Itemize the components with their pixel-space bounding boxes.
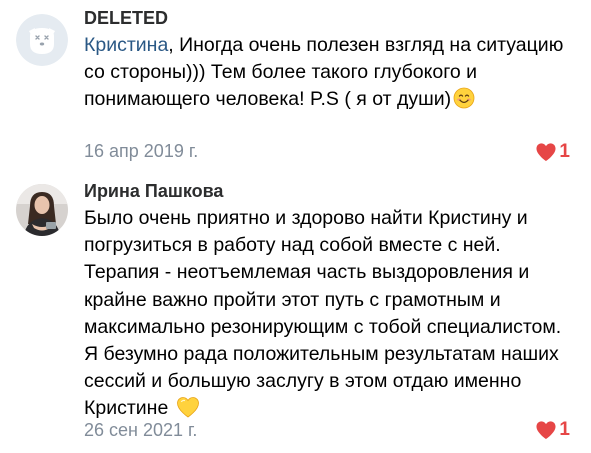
like-button[interactable]: 1 — [535, 141, 570, 163]
comment-body: Было очень приятно и здорово найти Крист… — [84, 207, 562, 420]
like-count: 1 — [559, 141, 570, 162]
user-avatar[interactable] — [16, 184, 68, 236]
comment-item: DELETED Кристина, Иногда очень полезен в… — [0, 0, 591, 170]
like-button[interactable]: 1 — [535, 419, 570, 441]
user-photo — [16, 184, 68, 236]
comment-author[interactable]: DELETED — [84, 7, 168, 29]
mention-link[interactable]: Кристина — [84, 34, 168, 56]
deleted-user-avatar[interactable] — [16, 14, 68, 66]
comment-text: Было очень приятно и здорово найти Крист… — [84, 205, 579, 427]
comment-item: Ирина Пашкова Было очень приятно и здоро… — [0, 170, 591, 453]
heart-icon — [536, 421, 556, 440]
comment-text: Кристина, Иногда очень полезен взгляд на… — [84, 32, 579, 118]
heart-icon — [536, 143, 556, 162]
smiling-face-icon — [453, 87, 475, 117]
deleted-dog-icon — [16, 14, 68, 66]
comment-date[interactable]: 16 апр 2019 г. — [84, 140, 198, 162]
comment-date[interactable]: 26 сен 2021 г. — [84, 419, 197, 441]
comment-author[interactable]: Ирина Пашкова — [84, 180, 223, 202]
like-count: 1 — [559, 419, 570, 440]
